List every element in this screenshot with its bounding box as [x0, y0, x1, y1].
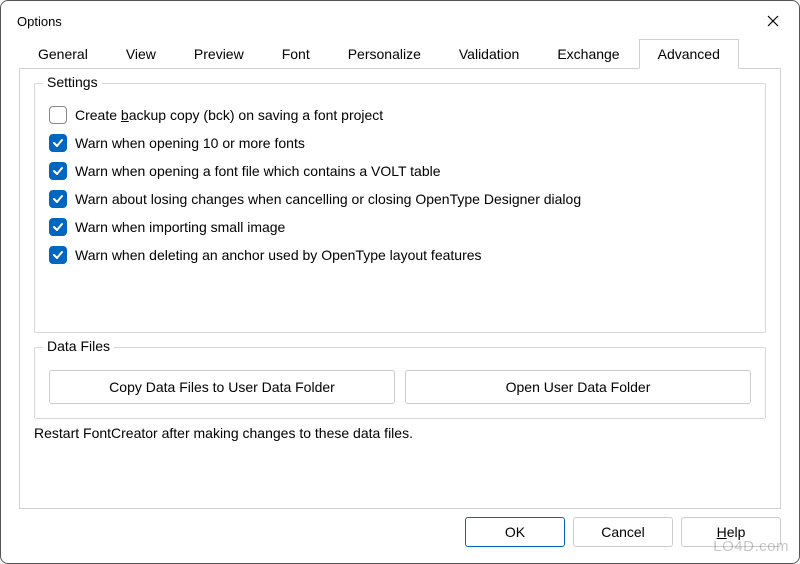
checkbox-label: Warn when deleting an anchor used by Ope…: [75, 247, 482, 263]
checkbox-label: Create backup copy (bck) on saving a fon…: [75, 107, 383, 123]
checkbox-backup[interactable]: [49, 106, 67, 124]
checkbox-warn-volt[interactable]: [49, 162, 67, 180]
tab-general[interactable]: General: [19, 39, 107, 68]
setting-row: Warn when importing small image: [49, 218, 751, 236]
setting-row: Warn when deleting an anchor used by Ope…: [49, 246, 751, 264]
checkbox-warn-otd[interactable]: [49, 190, 67, 208]
checkbox-label: Warn about losing changes when cancellin…: [75, 191, 581, 207]
dialog-buttons: OK Cancel Help: [1, 517, 799, 563]
tab-content: Settings Create backup copy (bck) on sav…: [19, 68, 781, 509]
setting-row: Warn when opening 10 or more fonts: [49, 134, 751, 152]
help-button[interactable]: Help: [681, 517, 781, 547]
checkbox-label: Warn when opening a font file which cont…: [75, 163, 441, 179]
setting-row: Warn when opening a font file which cont…: [49, 162, 751, 180]
copy-data-files-button[interactable]: Copy Data Files to User Data Folder: [49, 370, 395, 404]
data-files-group: Data Files Copy Data Files to User Data …: [34, 347, 766, 419]
close-icon[interactable]: [763, 11, 783, 31]
titlebar: Options: [1, 1, 799, 39]
data-files-group-title: Data Files: [43, 338, 114, 354]
tabs: General View Preview Font Personalize Va…: [1, 39, 799, 68]
tab-font[interactable]: Font: [263, 39, 329, 68]
tab-preview[interactable]: Preview: [175, 39, 263, 68]
tab-validation[interactable]: Validation: [440, 39, 538, 68]
checkbox-label: Warn when opening 10 or more fonts: [75, 135, 305, 151]
checkbox-warn-small-image[interactable]: [49, 218, 67, 236]
cancel-button[interactable]: Cancel: [573, 517, 673, 547]
checkbox-warn-anchor[interactable]: [49, 246, 67, 264]
checkbox-label: Warn when importing small image: [75, 219, 285, 235]
tab-exchange[interactable]: Exchange: [538, 39, 638, 68]
checkbox-warn-10-fonts[interactable]: [49, 134, 67, 152]
settings-group: Settings Create backup copy (bck) on sav…: [34, 83, 766, 333]
tab-advanced[interactable]: Advanced: [639, 39, 739, 69]
settings-group-title: Settings: [43, 74, 102, 90]
open-user-data-folder-button[interactable]: Open User Data Folder: [405, 370, 751, 404]
options-dialog: Options General View Preview Font Person…: [0, 0, 800, 564]
data-files-note: Restart FontCreator after making changes…: [34, 425, 766, 441]
window-title: Options: [17, 14, 62, 29]
setting-row: Create backup copy (bck) on saving a fon…: [49, 106, 751, 124]
data-files-buttons: Copy Data Files to User Data Folder Open…: [49, 370, 751, 404]
ok-button[interactable]: OK: [465, 517, 565, 547]
tab-view[interactable]: View: [107, 39, 175, 68]
setting-row: Warn about losing changes when cancellin…: [49, 190, 751, 208]
tab-personalize[interactable]: Personalize: [329, 39, 440, 68]
